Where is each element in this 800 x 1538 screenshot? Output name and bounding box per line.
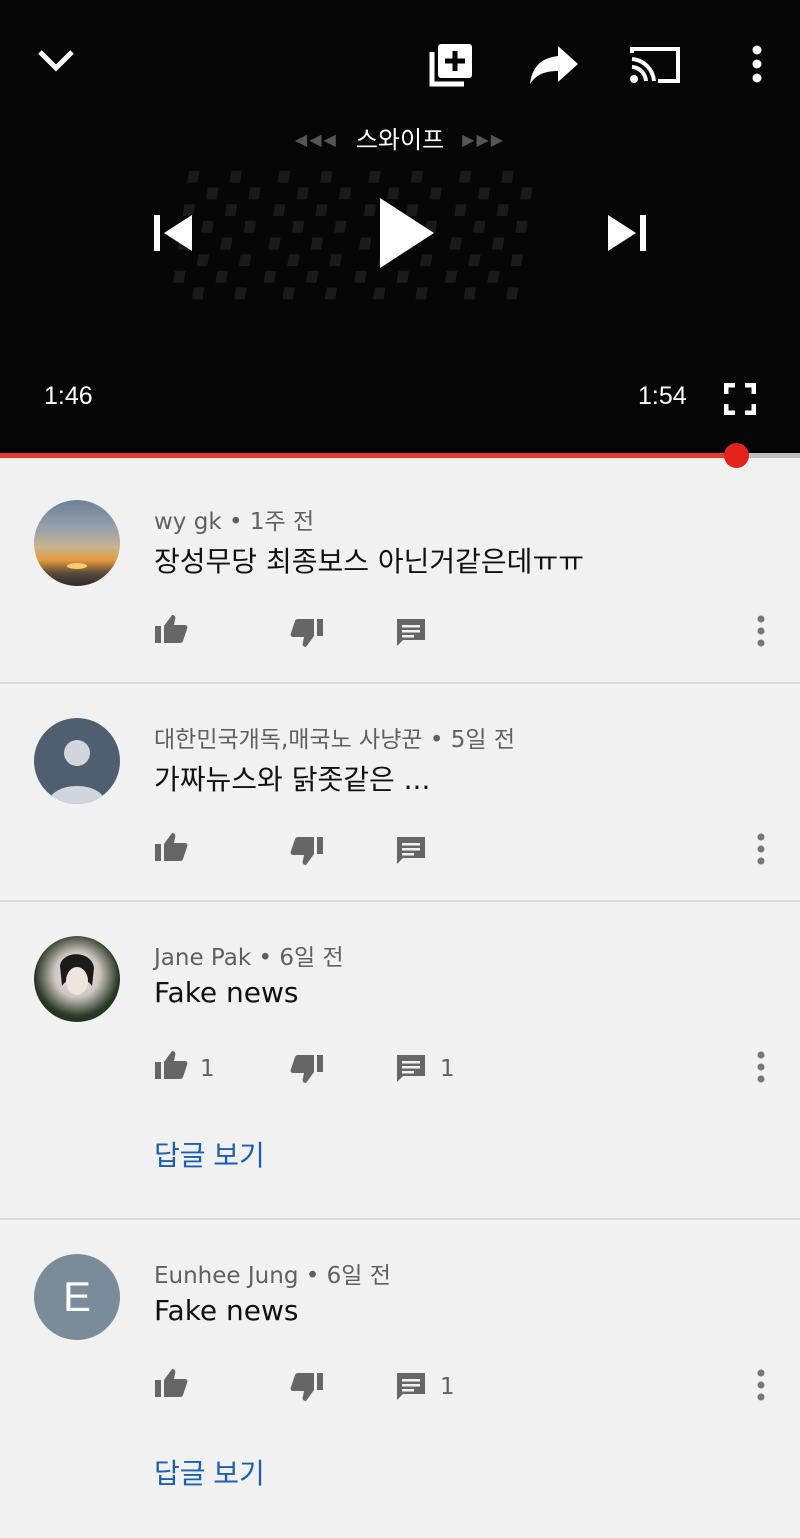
comment-item: 대한민국개독,매국노 사냥꾼 • 5일 전 가짜뉴스와 닭좃같은 ... [0,684,800,902]
like-icon[interactable] [154,1050,188,1084]
comment-meta: Jane Pak • 6일 전 [154,945,344,971]
reply-icon[interactable] [396,1372,426,1406]
more-vert-icon[interactable] [754,1050,768,1088]
comment-actions: 1 1 [154,1050,800,1090]
swipe-label: 스와이프 [355,126,445,154]
comment-text: 가짜뉴스와 닭좃같은 ... [154,763,431,796]
comment-meta: 대한민국개독,매국노 사냥꾼 • 5일 전 [154,727,516,753]
current-time: 1:46 [44,382,93,410]
comment-actions: 1 [154,1368,800,1408]
comment-author[interactable]: Jane Pak [154,945,251,971]
more-vert-icon[interactable] [750,44,764,84]
avatar[interactable] [34,936,120,1022]
swipe-right-arrows: ▶▶▶ [462,130,506,149]
like-icon[interactable] [154,832,188,866]
comment-meta: Eunhee Jung • 6일 전 [154,1263,391,1289]
more-vert-icon[interactable] [754,1368,768,1406]
reply-icon[interactable] [396,618,426,652]
dislike-icon[interactable] [290,1054,324,1088]
comment-list: wy gk • 1주 전 장성무당 최종보스 아닌거같은데ㅠㅠ 대한민국개독,매… [0,466,800,1538]
reply-icon[interactable] [396,1054,426,1088]
comment-text: 장성무당 최종보스 아닌거같은데ㅠㅠ [154,545,584,578]
comment-author[interactable]: Eunhee Jung [154,1263,298,1289]
comment-author[interactable]: 대한민국개독,매국노 사냥꾼 [154,727,423,753]
more-vert-icon[interactable] [754,614,768,652]
next-icon[interactable] [606,212,648,254]
dislike-icon[interactable] [290,836,324,870]
play-icon[interactable] [378,196,436,270]
more-vert-icon[interactable] [754,832,768,870]
avatar[interactable] [34,718,120,804]
cast-icon[interactable] [630,45,680,85]
comment-author[interactable]: wy gk [154,509,222,535]
comment-age: 5일 전 [450,727,516,753]
progress-bar[interactable] [0,443,800,468]
add-to-playlist-icon[interactable] [428,42,474,88]
comment-item: E Eunhee Jung • 6일 전 Fake news 1 답글 보기 [0,1220,800,1538]
avatar[interactable] [34,500,120,586]
video-player[interactable]: ░░░░ ◀◀◀ 스와이프 ▶▶▶ 1:46 1:54 [0,0,800,455]
comment-item: wy gk • 1주 전 장성무당 최종보스 아닌거같은데ㅠㅠ [0,466,800,684]
swipe-left-arrows: ◀◀◀ [294,130,338,149]
comment-meta: wy gk • 1주 전 [154,509,315,535]
swipe-hint: ◀◀◀ 스와이프 ▶▶▶ [0,120,800,155]
comment-age: 6일 전 [326,1263,391,1289]
dislike-icon[interactable] [290,618,324,652]
comment-item: Jane Pak • 6일 전 Fake news 1 1 답글 보기 [0,902,800,1220]
like-count: 1 [200,1056,215,1082]
reply-count: 1 [440,1374,455,1400]
avatar-letter: E [62,1273,91,1320]
comment-age: 1주 전 [249,509,315,535]
reply-icon[interactable] [396,836,426,870]
comment-actions [154,832,800,872]
share-icon[interactable] [528,44,580,86]
video-frame-background: ░░░░ [170,170,552,299]
comment-actions [154,614,800,654]
fullscreen-icon[interactable] [724,383,756,415]
chevron-down-icon[interactable] [36,44,76,76]
comment-age: 6일 전 [279,945,344,971]
previous-icon[interactable] [152,212,194,254]
comment-text: Fake news [154,1294,299,1327]
progress-fill [0,453,736,458]
reply-count: 1 [440,1056,455,1082]
progress-scrubber[interactable] [724,443,749,468]
comment-text: Fake news [154,976,299,1009]
show-replies-link[interactable]: 답글 보기 [154,1134,265,1174]
avatar[interactable]: E [34,1254,120,1340]
like-icon[interactable] [154,614,188,648]
show-replies-link[interactable]: 답글 보기 [154,1452,265,1492]
dislike-icon[interactable] [290,1372,324,1406]
like-icon[interactable] [154,1368,188,1402]
duration: 1:54 [638,382,687,410]
